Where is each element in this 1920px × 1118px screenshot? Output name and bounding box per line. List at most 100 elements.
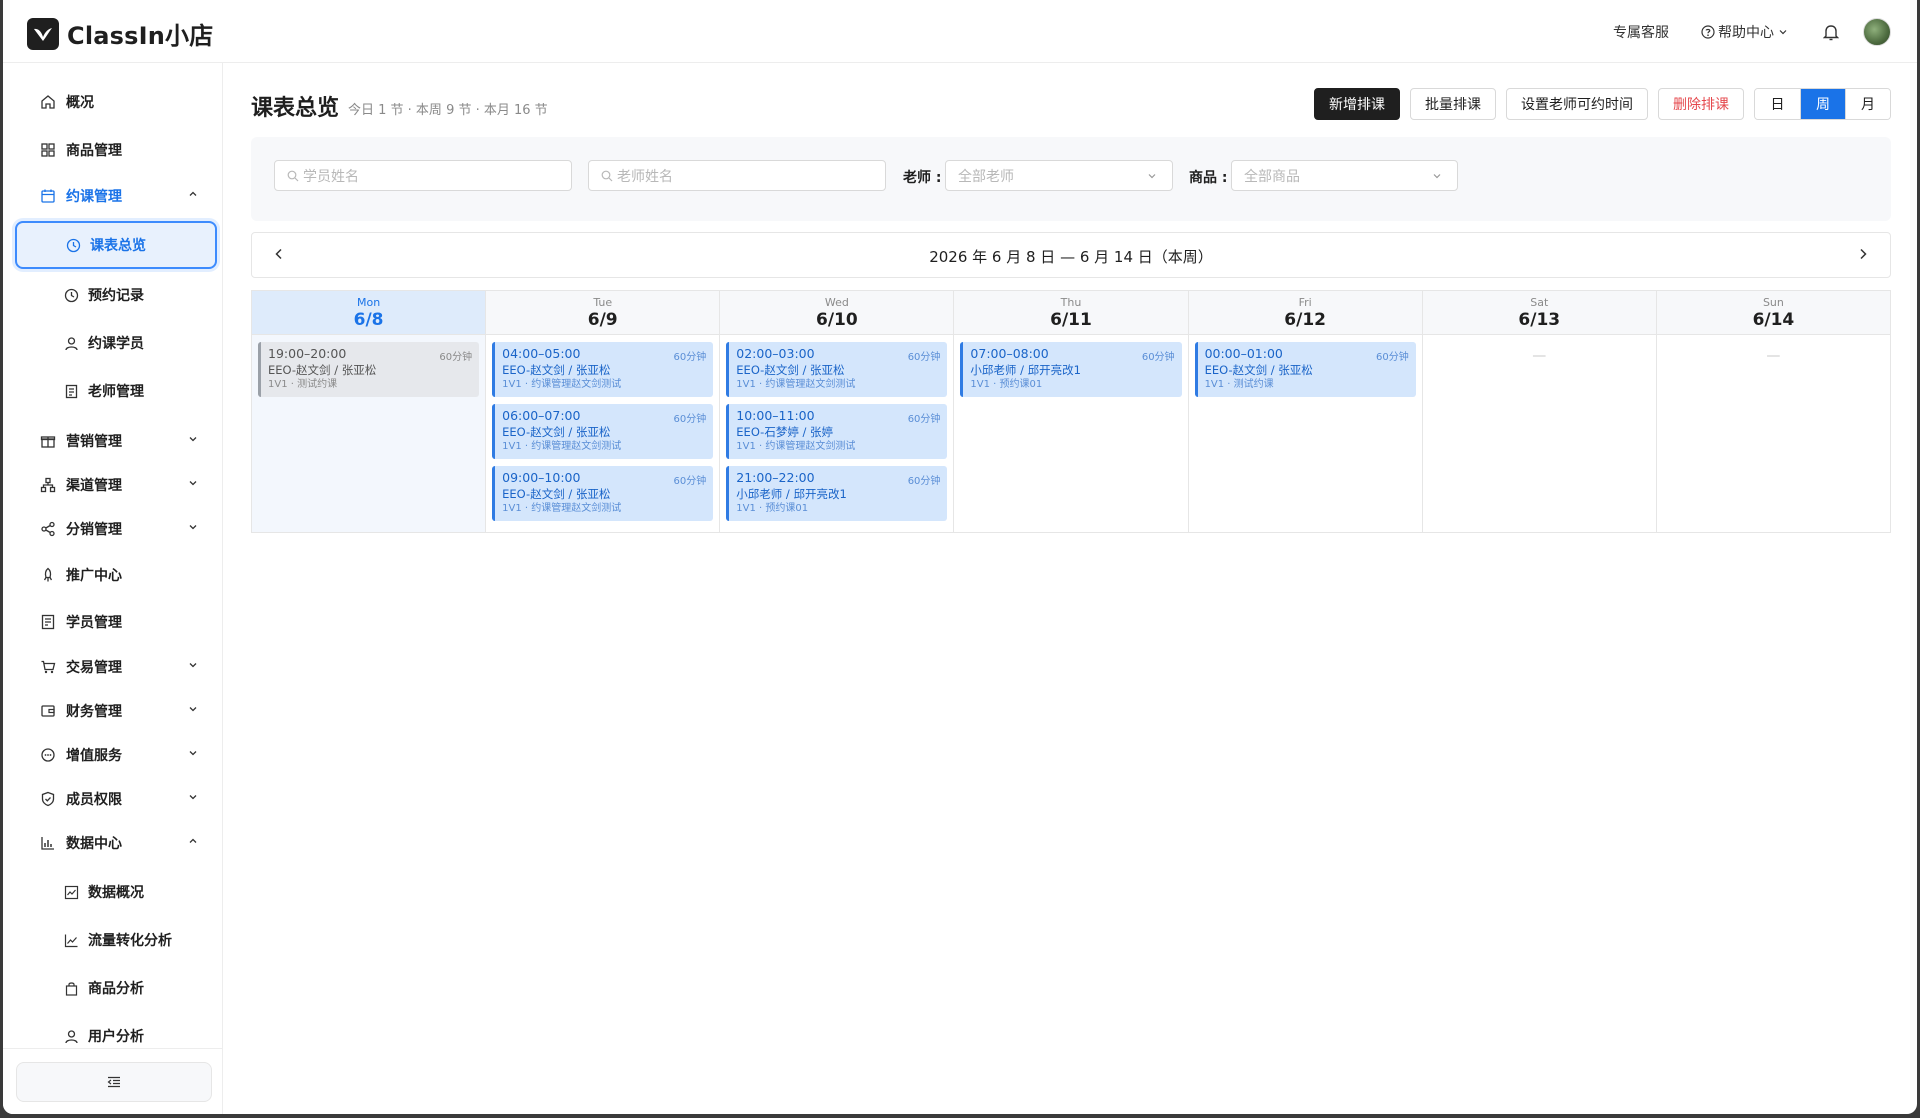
product-select-value: 全部商品: [1244, 168, 1300, 185]
gift-icon: [39, 432, 57, 450]
sidebar-item-channel[interactable]: 渠道管理: [39, 473, 199, 497]
chevron-down-icon: [1779, 30, 1787, 35]
day-column: Tue 6/9 04:00–05:00 60分钟 EEO-赵文剑 / 张亚松 1V1 · …: [486, 291, 721, 532]
day-body: —: [1657, 335, 1890, 532]
event-duration: 60分钟: [907, 476, 941, 487]
weekday-label: Fri: [1298, 296, 1312, 309]
date-label: 6/14: [1752, 310, 1795, 330]
sidebar-item-booking-records[interactable]: 预约记录: [63, 283, 203, 307]
date-label: 6/12: [1284, 310, 1326, 330]
event-duration: 60分钟: [673, 476, 707, 487]
schedule-event[interactable]: 21:00–22:00 60分钟 小邱老师 / 邱开亮改1 1V1 · 预约课01: [726, 466, 948, 521]
clock-icon: [65, 237, 81, 253]
view-day-button[interactable]: 日: [1755, 89, 1800, 119]
wallet-icon: [39, 702, 57, 720]
event-course: 1V1 · 测试约课: [1204, 379, 1274, 390]
weekday-label: Tue: [593, 296, 613, 309]
chevron-down-icon: [189, 751, 197, 756]
event-participants: EEO-赵文剑 / 张亚松: [1204, 363, 1313, 377]
event-duration: 60分钟: [1375, 352, 1409, 363]
add-schedule-button[interactable]: 新增排课: [1314, 88, 1400, 120]
avatar[interactable]: [1863, 18, 1891, 46]
event-course: 1V1 · 约课管理赵文剑测试: [502, 379, 622, 390]
sidebar-item-promotion[interactable]: 推广中心: [39, 563, 199, 587]
date-label: 6/9: [587, 310, 618, 330]
bell-icon[interactable]: [1823, 23, 1839, 41]
day-header: Tue 6/9: [486, 291, 720, 335]
event-duration: 60分钟: [673, 414, 707, 425]
student-name-input[interactable]: 学员姓名: [274, 160, 572, 191]
sidebar-item-booking[interactable]: 约课管理: [39, 184, 199, 208]
sidebar-item-user-analysis[interactable]: 用户分析: [63, 1024, 203, 1045]
sidebar-item-product-analysis[interactable]: 商品分析: [63, 976, 203, 1000]
schedule-event[interactable]: 09:00–10:00 60分钟 EEO-赵文剑 / 张亚松 1V1 · 约课管理赵文…: [492, 466, 714, 521]
view-week-button[interactable]: 周: [1800, 89, 1845, 119]
chevron-right-icon: [1860, 248, 1867, 260]
chevron-down-icon: [189, 795, 197, 800]
sidebar-item-products[interactable]: 商品管理: [39, 138, 199, 162]
teacher-select[interactable]: 全部老师: [945, 160, 1173, 191]
sidebar-item-label: 推广中心: [66, 568, 122, 584]
event-duration: 60分钟: [907, 414, 941, 425]
product-select[interactable]: 全部商品: [1231, 160, 1458, 191]
date-label: 6/13: [1518, 310, 1561, 330]
sidebar-item-label: 流量转化分析: [88, 933, 172, 949]
schedule-event[interactable]: 04:00–05:00 60分钟 EEO-赵文剑 / 张亚松 1V1 · 约课管理赵文…: [492, 342, 714, 397]
app-logo[interactable]: ClassIn小店: [27, 16, 213, 51]
schedule-event[interactable]: 07:00–08:00 60分钟 小邱老师 / 邱开亮改1 1V1 · 预约课01: [960, 342, 1182, 397]
day-body: 00:00–01:00 60分钟 EEO-赵文剑 / 张亚松 1V1 · 测试约课: [1189, 335, 1422, 532]
teacher-name-placeholder: 老师姓名: [617, 168, 673, 185]
schedule-event[interactable]: 00:00–01:00 60分钟 EEO-赵文剑 / 张亚松 1V1 · 测试约课: [1194, 342, 1416, 397]
schedule-event[interactable]: 10:00–11:00 60分钟 EEO-石梦婷 / 张婷 1V1 · 约课管理赵文剑…: [726, 404, 948, 459]
teacher-name-input[interactable]: 老师姓名: [588, 160, 886, 191]
event-participants: EEO-赵文剑 / 张亚松: [502, 363, 611, 377]
set-teacher-availability-button[interactable]: 设置老师可约时间: [1506, 88, 1648, 120]
day-header: Sun 6/14: [1656, 291, 1890, 335]
support-link[interactable]: 专属客服: [1613, 22, 1669, 42]
schedule-event[interactable]: 19:00–20:00 60分钟 EEO-赵文剑 / 张亚松 1V1 · 测试约课: [258, 342, 480, 397]
next-week-button[interactable]: [1856, 247, 1870, 265]
event-course: 1V1 · 预约课01: [736, 503, 809, 514]
sidebar-item-trade[interactable]: 交易管理: [39, 655, 199, 679]
sidebar-item-members[interactable]: 成员权限: [39, 787, 199, 811]
logo-icon: [27, 17, 59, 50]
sidebar-item-overview[interactable]: 概况: [39, 90, 199, 114]
calendar-icon: [39, 187, 57, 205]
schedule-event[interactable]: 06:00–07:00 60分钟 EEO-赵文剑 / 张亚松 1V1 · 约课管理赵文…: [492, 404, 714, 459]
sidebar-item-students[interactable]: 学员管理: [39, 610, 199, 634]
schedule-event[interactable]: 02:00–03:00 60分钟 EEO-赵文剑 / 张亚松 1V1 · 约课管理赵文…: [726, 342, 948, 397]
sidebar-item-marketing[interactable]: 营销管理: [39, 429, 199, 453]
sidebar-item-data-overview[interactable]: 数据概况: [63, 880, 203, 904]
sidebar-item-value-added[interactable]: 增值服务: [39, 743, 199, 767]
sidebar-item-booking-students[interactable]: 约课学员: [63, 331, 203, 355]
day-body: 19:00–20:00 60分钟 EEO-赵文剑 / 张亚松 1V1 · 测试约课: [252, 335, 486, 532]
view-month-button[interactable]: 月: [1845, 89, 1890, 119]
day-body: 04:00–05:00 60分钟 EEO-赵文剑 / 张亚松 1V1 · 约课管理赵文…: [486, 335, 719, 532]
page-title: 课表总览: [251, 96, 340, 121]
sidebar-item-traffic-conversion[interactable]: 流量转化分析: [63, 928, 203, 952]
sidebar-item-label: 增值服务: [66, 748, 122, 764]
chevron-up-icon: [189, 838, 197, 843]
chevron-down-icon: [189, 525, 197, 530]
sidebar-item-finance[interactable]: 财务管理: [39, 699, 199, 723]
sidebar-item-label: 分销管理: [66, 522, 122, 538]
student-name-placeholder: 学员姓名: [303, 168, 359, 185]
weekday-label: Thu: [1060, 296, 1082, 309]
sidebar-item-schedule-overview[interactable]: 课表总览: [15, 221, 217, 269]
schedule-stats: 今日 1 节 · 本周 9 节 · 本月 16 节: [348, 103, 548, 118]
batch-schedule-button[interactable]: 批量排课: [1410, 88, 1496, 120]
sidebar-item-distribution[interactable]: 分销管理: [39, 517, 199, 541]
sidebar-item-teacher-management[interactable]: 老师管理: [63, 379, 203, 403]
sidebar-item-label: 商品管理: [66, 143, 122, 159]
sidebar-item-data-center[interactable]: 数据中心: [39, 831, 199, 855]
cart-icon: [39, 658, 57, 676]
help-center-menu[interactable]: 帮助中心: [1701, 22, 1791, 42]
line-chart-icon: [63, 884, 79, 900]
delete-schedule-button[interactable]: 删除排课: [1658, 88, 1744, 120]
sidebar-item-label: 数据中心: [66, 836, 122, 852]
week-navigator: 2026 年 6 月 8 日 — 6 月 14 日（本周）: [251, 232, 1891, 278]
event-participants: EEO-赵文剑 / 张亚松: [736, 363, 845, 377]
trend-icon: [63, 932, 79, 948]
collapse-sidebar-button[interactable]: [16, 1062, 212, 1102]
sidebar-item-label: 用户分析: [88, 1029, 144, 1045]
